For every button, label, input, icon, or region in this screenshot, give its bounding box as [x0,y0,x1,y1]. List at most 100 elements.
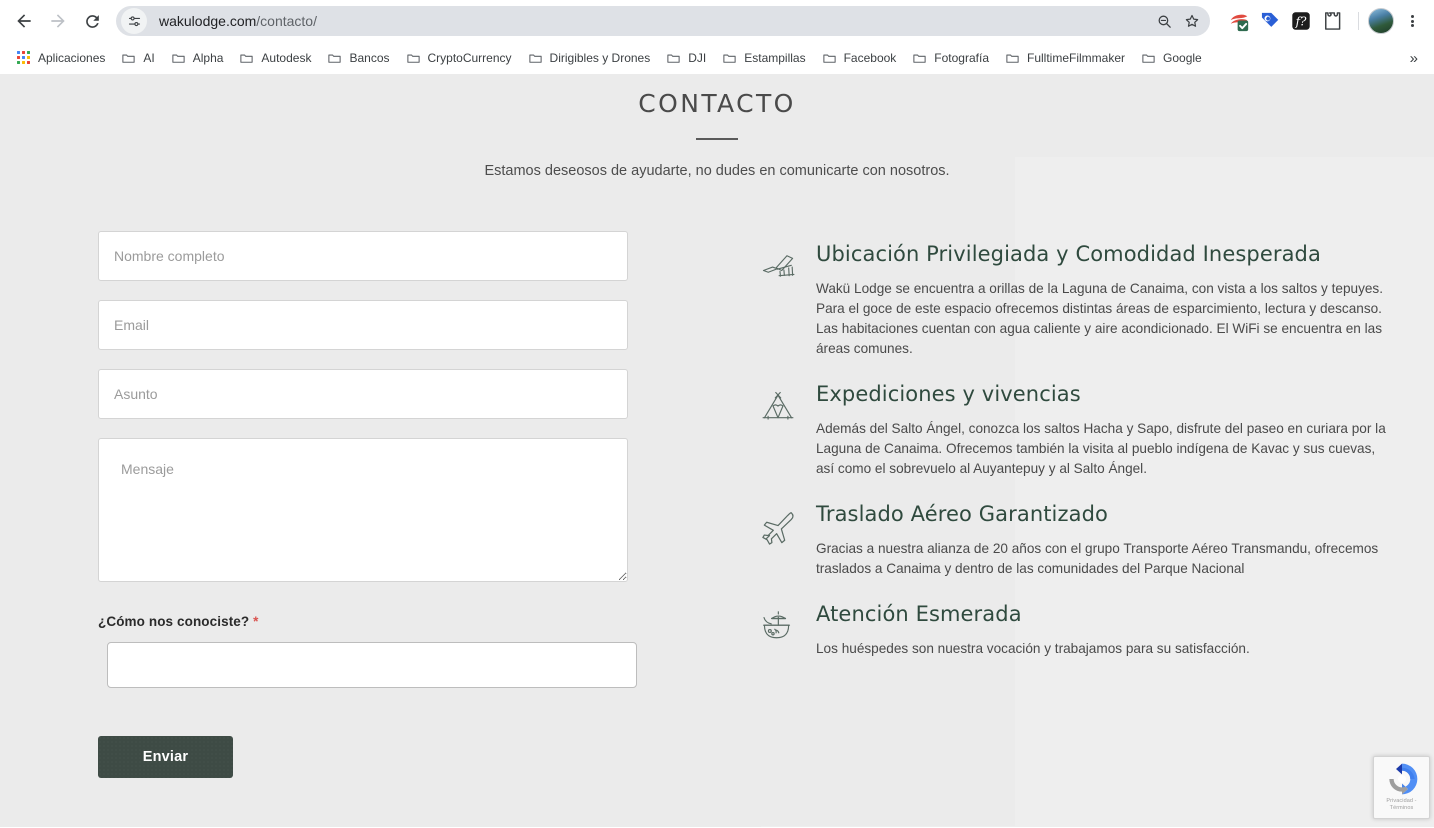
folder-icon [528,54,542,63]
info-paragraph: Wakü Lodge se encuentra a orillas de la … [816,281,1383,357]
title-divider [696,138,738,140]
bookmark-label: DJI [688,51,707,65]
reload-button[interactable] [76,5,108,37]
full-name-input[interactable] [98,231,628,281]
info-heading: Expediciones y vivencias [816,382,1081,407]
formula-extension-icon[interactable]: f? [1290,10,1312,32]
bookmark-folder-dji[interactable]: DJI [658,47,714,70]
puzzle-extensions-icon[interactable] [1321,10,1343,32]
referral-question-text: ¿Cómo nos conociste? [98,614,250,629]
email-input[interactable] [98,300,628,350]
subject-input[interactable] [98,369,628,419]
background-panel-bottom [761,826,1434,827]
folder-icon [406,54,420,63]
tag-extension-icon[interactable] [1259,10,1281,32]
referral-input[interactable] [107,642,637,688]
toolbar-divider [1358,12,1359,30]
extensions-group: f? [1218,10,1349,32]
bookmark-folder-fulltimefilmmaker[interactable]: FulltimeFilmmaker [997,47,1133,70]
reload-icon [85,14,99,28]
profile-avatar[interactable] [1368,8,1394,34]
bookmark-label: Aplicaciones [38,51,106,65]
bookmark-item-aplicaciones[interactable]: Aplicaciones [9,47,113,69]
recaptcha-badge[interactable]: Privacidad - Términos [1373,756,1430,819]
teepee-tent-icon [760,383,816,479]
bookmark-label: Autodesk [261,51,312,65]
browser-toolbar: wakulodge.com/contacto/ f? [0,0,1434,42]
bookmark-label: CryptoCurrency [427,51,512,65]
adblock-extension-icon[interactable] [1228,10,1250,32]
bookmark-label: Google [1163,51,1202,65]
folder-icon [122,54,136,63]
bookmark-folder-fotografia[interactable]: Fotografía [904,47,997,70]
info-paragraph: Los huéspedes son nuestra vocación y tra… [816,641,1250,657]
folder-icon [240,54,254,63]
three-dots-icon [1410,14,1414,29]
submit-button[interactable]: Enviar [98,736,233,778]
folder-icon [328,54,342,63]
forward-button[interactable] [42,5,74,37]
info-block-traslado: Traslado Aéreo Garantizado Gracias a nue… [760,503,1434,579]
bookmark-folder-cryptocurrency[interactable]: CryptoCurrency [398,47,520,70]
svg-text:f?: f? [1295,15,1307,29]
tune-icon [128,15,140,26]
contact-form: ¿Cómo nos conociste? * Enviar [98,231,718,778]
bookmark-folder-google[interactable]: Google [1133,47,1210,70]
coconut-drink-icon [760,603,816,659]
info-block-ubicacion: Ubicación Privilegiada y Comodidad Inesp… [760,242,1434,359]
bookmark-folder-alpha[interactable]: Alpha [163,47,232,70]
bookmark-folder-dirigibles-y-drones[interactable]: Dirigibles y Drones [520,47,659,70]
page-title: CONTACTO [638,89,796,118]
required-asterisk: * [253,614,259,629]
page-subtitle: Estamos deseosos de ayudarte, no dudes e… [484,163,950,179]
chrome-menu-button[interactable] [1398,6,1426,36]
info-paragraph: Gracias a nuestra alianza de 20 años con… [816,541,1379,577]
back-arrow-icon [17,14,31,28]
folder-icon [1142,54,1155,63]
bookmark-folder-facebook[interactable]: Facebook [814,47,905,70]
page-viewport: CONTACTO Estamos deseosos de ayudarte, n… [0,74,1434,827]
bookmark-label: FulltimeFilmmaker [1027,51,1126,65]
bookmarks-overflow-button[interactable]: » [1404,46,1424,71]
folder-icon [172,54,185,63]
bookmark-label: Alpha [192,51,224,65]
info-column: Ubicación Privilegiada y Comodidad Inesp… [718,231,1434,778]
address-bar-text[interactable]: wakulodge.com/contacto/ [159,13,1150,29]
url-host: wakulodge.com [159,13,257,29]
referral-question-label: ¿Cómo nos conociste? * [98,614,718,629]
bookmark-button[interactable] [1178,7,1206,35]
bookmark-label: Dirigibles y Drones [549,51,651,65]
back-button[interactable] [8,5,40,37]
bookmark-folder-ai[interactable]: AI [113,47,162,70]
browser-chrome: wakulodge.com/contacto/ f? Aplicaciones … [0,0,1434,74]
bookmark-label: Estampillas [744,51,806,65]
bookmark-label: AI [143,51,155,65]
recaptcha-privacy-terms[interactable]: Privacidad - Términos [1374,798,1429,811]
bookmark-label: Bancos [349,51,390,65]
url-path: /contacto/ [256,13,317,29]
folder-icon [1006,54,1019,63]
info-block-expediciones: Expediciones y vivencias Además del Salt… [760,382,1434,479]
info-heading: Atención Esmerada [816,602,1022,627]
info-heading: Traslado Aéreo Garantizado [816,502,1108,527]
recaptcha-logo-icon [1388,763,1417,795]
bookmark-folder-bancos[interactable]: Bancos [319,47,397,70]
folder-icon [667,54,680,63]
address-bar[interactable]: wakulodge.com/contacto/ [116,6,1210,36]
bookmarks-bar: Aplicaciones AI Alpha Autodesk Bancos Cr… [0,42,1434,74]
bookmark-label: Facebook [843,51,897,65]
zoom-indicator-button[interactable] [1150,7,1178,35]
folder-icon [913,54,926,63]
folder-icon [822,54,836,63]
forward-arrow-icon [51,14,65,28]
bookmark-folder-estampillas[interactable]: Estampillas [714,47,813,70]
content-columns: ¿Cómo nos conociste? * Enviar [0,231,1434,778]
site-settings-icon[interactable] [121,8,147,34]
info-block-atencion: Atención Esmerada Los huéspedes son nues… [760,603,1434,659]
bookmark-folder-autodesk[interactable]: Autodesk [231,47,319,70]
message-textarea[interactable] [98,438,628,582]
apps-grid-icon [17,51,31,65]
folder-icon [723,54,736,63]
info-heading: Ubicación Privilegiada y Comodidad Inesp… [816,242,1321,266]
info-paragraph: Además del Salto Ángel, conozca los salt… [816,421,1386,477]
